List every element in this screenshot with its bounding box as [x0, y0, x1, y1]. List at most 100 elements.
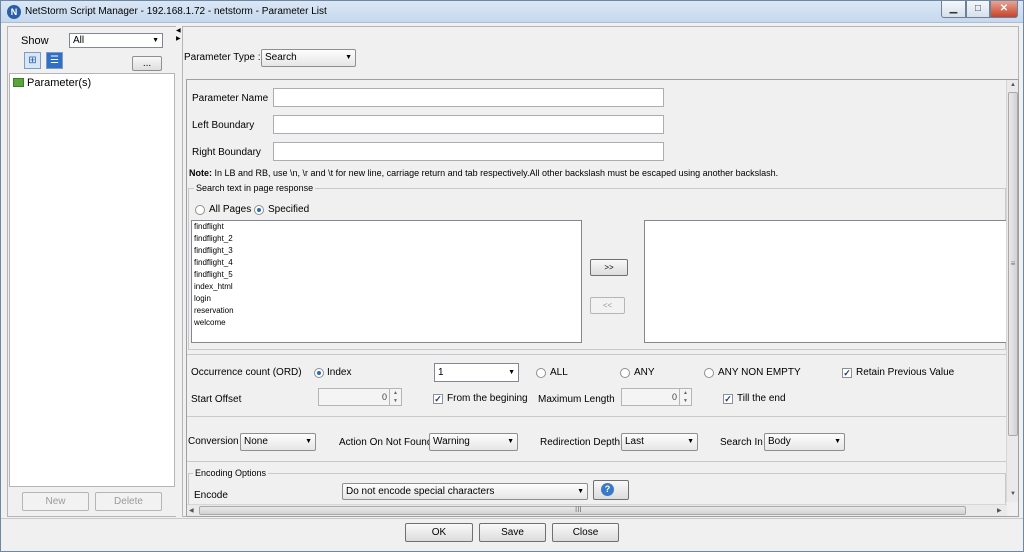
add-page-button[interactable]: >> [590, 259, 628, 276]
remove-page-button[interactable]: << [590, 297, 625, 314]
conversion-select[interactable]: None ▼ [240, 433, 316, 451]
redirection-depth-value: Last [625, 436, 644, 447]
ok-button[interactable]: OK [405, 523, 473, 542]
start-offset-spinner[interactable]: 0 ▲ ▼ [318, 388, 402, 406]
spinner-arrows-icon[interactable]: ▲ ▼ [679, 389, 691, 405]
parameter-type-value: Search [265, 52, 297, 63]
scroll-up-icon[interactable]: ▲ [1010, 82, 1016, 88]
specified-pages-radio[interactable] [254, 205, 264, 215]
more-options-button[interactable]: ... [132, 56, 162, 71]
list-item[interactable]: findflight_2 [194, 234, 233, 243]
any-non-empty-radio[interactable] [704, 368, 714, 378]
show-label: Show [21, 35, 49, 47]
maximum-length-value: 0 [671, 392, 677, 402]
scroll-right-icon[interactable]: ▶ [997, 507, 1002, 514]
parameter-form-scroll-area[interactable]: Parameter Name Left Boundary Right Bound… [186, 79, 1019, 517]
list-item[interactable]: login [194, 294, 211, 303]
chevron-down-icon: ▼ [345, 54, 352, 61]
search-text-group: Search text in page response All Pages S… [188, 183, 1007, 350]
search-in-label: Search In [720, 437, 763, 448]
minimize-button[interactable]: ▁ [941, 1, 966, 18]
index-radio[interactable] [314, 368, 324, 378]
maximum-length-spinner[interactable]: 0 ▲ ▼ [621, 388, 692, 406]
index-value: 1 [438, 367, 444, 378]
delete-parameter-button[interactable]: Delete [95, 492, 162, 511]
action-not-found-select[interactable]: Warning ▼ [429, 433, 518, 451]
list-item[interactable]: findflight_5 [194, 270, 233, 279]
spinner-arrows-icon[interactable]: ▲ ▼ [389, 389, 401, 405]
all-occurrence-radio[interactable] [536, 368, 546, 378]
search-in-select[interactable]: Body ▼ [764, 433, 845, 451]
from-beginning-label: From the begining [447, 393, 528, 404]
chevron-down-icon: ▼ [834, 438, 841, 445]
till-end-label: Till the end [737, 393, 786, 404]
list-item[interactable]: findflight [194, 222, 224, 231]
panel-splitter[interactable]: ◀ ▶ [176, 26, 181, 517]
search-text-legend: Search text in page response [194, 183, 316, 193]
all-pages-radio[interactable] [195, 205, 205, 215]
boundary-note: Note: In LB and RB, use \n, \r and \t fo… [189, 168, 778, 178]
new-parameter-button[interactable]: New [22, 492, 89, 511]
chevron-down-icon: ▼ [508, 369, 515, 376]
close-button[interactable]: Close [552, 523, 619, 542]
index-label: Index [327, 367, 352, 378]
action-not-found-value: Warning [433, 436, 470, 447]
any-occurrence-radio[interactable] [620, 368, 630, 378]
scroll-left-icon[interactable]: ◀ [189, 507, 194, 514]
scroll-down-icon[interactable]: ▼ [1010, 491, 1016, 497]
note-text: In LB and RB, use \n, \r and \t for new … [212, 168, 779, 178]
available-pages-list[interactable]: findflight findflight_2 findflight_3 fin… [191, 220, 582, 343]
show-filter-select[interactable]: All ▼ [69, 33, 163, 48]
selected-pages-list[interactable] [644, 220, 1007, 343]
help-icon: ? [601, 483, 614, 496]
conversion-value: None [244, 436, 268, 447]
maximize-button[interactable]: □ [966, 1, 990, 18]
collapse-left-icon[interactable]: ◀ [176, 28, 181, 34]
main-window: N NetStorm Script Manager - 192.168.1.72… [0, 0, 1024, 552]
list-item[interactable]: welcome [194, 318, 226, 327]
encoding-help-button[interactable]: ? [593, 480, 629, 500]
start-offset-label: Start Offset [191, 394, 242, 405]
tree-root-parameters[interactable]: Parameter(s) [13, 77, 91, 89]
parameter-name-field[interactable] [273, 88, 664, 107]
vertical-scrollbar[interactable]: ▲ ≡ ▼ [1006, 80, 1018, 502]
encode-select[interactable]: Do not encode special characters ▼ [342, 483, 588, 500]
occurrence-top-divider [187, 354, 1007, 355]
parameter-type-select[interactable]: Search ▼ [261, 49, 356, 67]
occurrence-count-label: Occurrence count (ORD) [191, 367, 302, 378]
parameter-tree-panel: Show All ▼ ⊞ ☰ ... Parameter(s) New Dele… [7, 26, 177, 517]
tree-root-label: Parameter(s) [27, 77, 92, 89]
flat-view-icon[interactable]: ⊞ [24, 52, 41, 69]
vertical-scroll-thumb[interactable]: ≡ [1008, 92, 1018, 436]
maximum-length-label: Maximum Length [538, 394, 615, 405]
right-boundary-field[interactable] [273, 142, 664, 161]
specified-pages-label: Specified [268, 204, 310, 215]
any-non-empty-label: ANY NON EMPTY [718, 367, 801, 378]
netstorm-app-icon: N [7, 5, 21, 19]
note-bold: Note: [189, 168, 212, 178]
parameter-tree[interactable]: Parameter(s) [9, 73, 175, 487]
horizontal-scroll-thumb[interactable]: III [199, 505, 966, 515]
expand-right-icon[interactable]: ▶ [176, 36, 181, 42]
all-occurrence-label: ALL [550, 367, 568, 378]
grip-icon: III [575, 505, 582, 514]
show-filter-value: All [73, 35, 85, 46]
horizontal-scrollbar[interactable]: ◀ III ▶ [187, 504, 1007, 516]
list-item[interactable]: findflight_3 [194, 246, 233, 255]
left-boundary-field[interactable] [273, 115, 664, 134]
list-item[interactable]: findflight_4 [194, 258, 233, 267]
encoding-options-legend: Encoding Options [193, 468, 269, 478]
close-window-button[interactable]: ✕ [990, 1, 1018, 18]
tree-view-icon[interactable]: ☰ [46, 52, 63, 69]
parameter-name-label: Parameter Name [192, 93, 269, 104]
save-button[interactable]: Save [479, 523, 546, 542]
redirection-depth-select[interactable]: Last ▼ [621, 433, 698, 451]
window-title: NetStorm Script Manager - 192.168.1.72 -… [25, 6, 327, 17]
till-end-checkbox[interactable]: ✓ [723, 394, 733, 404]
index-value-select[interactable]: 1 ▼ [434, 363, 519, 382]
list-item[interactable]: reservation [194, 306, 234, 315]
retain-previous-checkbox[interactable]: ✓ [842, 368, 852, 378]
from-beginning-checkbox[interactable]: ✓ [433, 394, 443, 404]
list-item[interactable]: index_html [194, 282, 233, 291]
dialog-footer: OK Save Close [1, 518, 1023, 551]
